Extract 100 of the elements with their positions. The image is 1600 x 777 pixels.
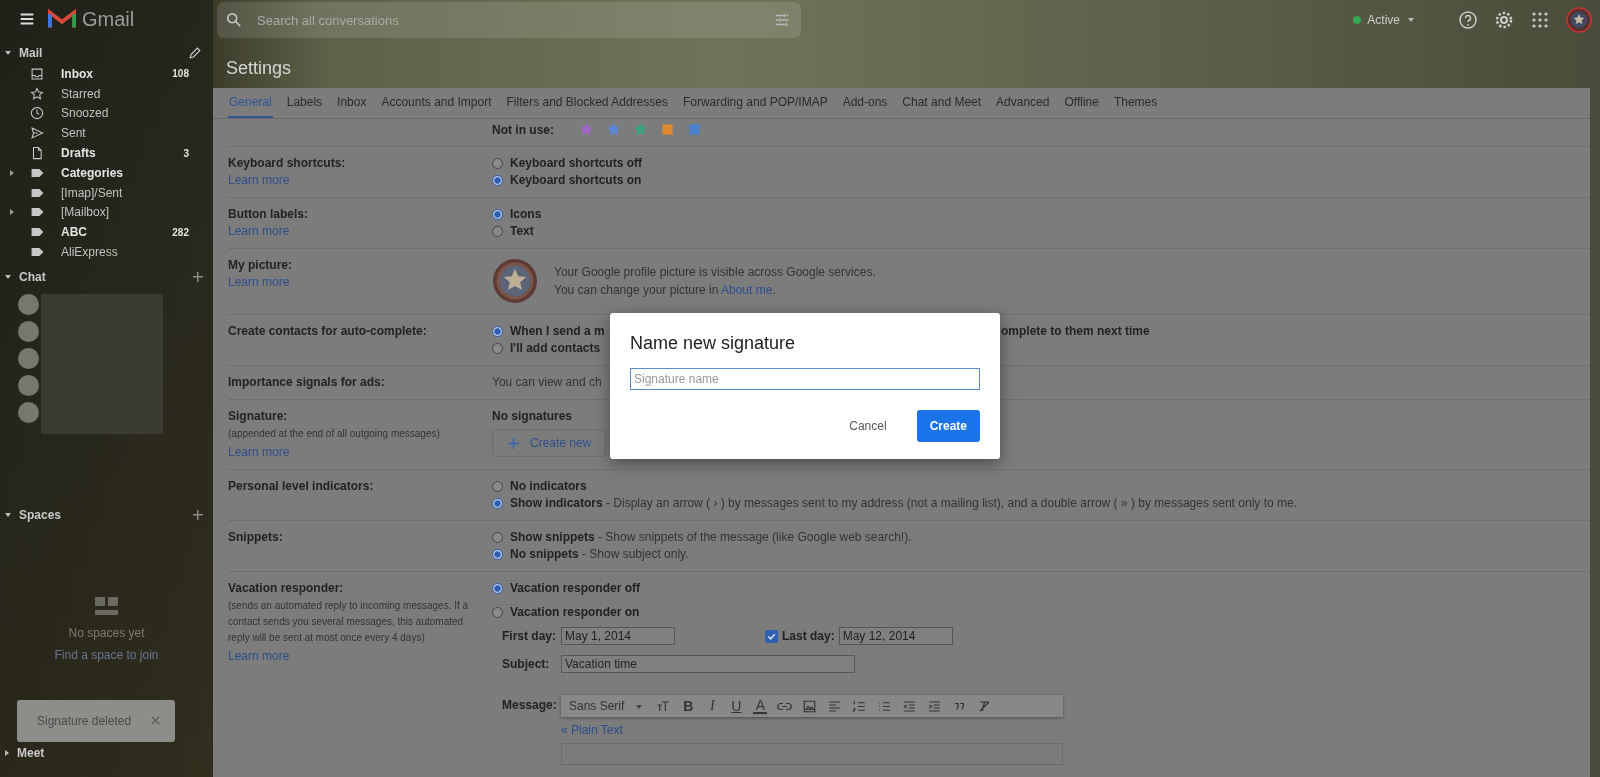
folder-item[interactable]: [Imap]/Sent xyxy=(0,182,213,203)
learn-more-link[interactable]: Learn more xyxy=(228,649,492,663)
collapse-caret-icon[interactable] xyxy=(5,51,11,55)
radio-button[interactable] xyxy=(492,548,503,560)
settings-icon[interactable] xyxy=(1494,10,1514,30)
setting-value: You can view and ch xyxy=(492,375,602,389)
section-heading[interactable]: Meet xyxy=(17,745,45,760)
settings-tab[interactable]: Chat and Meet xyxy=(901,88,983,118)
radio-button[interactable] xyxy=(492,497,503,509)
star-icon[interactable] xyxy=(632,121,649,138)
section-heading[interactable]: Spaces xyxy=(19,507,62,522)
field-label: Last day: xyxy=(782,629,835,643)
section-heading[interactable]: Mail xyxy=(19,46,43,60)
app-name: Gmail xyxy=(82,7,135,31)
avatar-circle[interactable] xyxy=(18,401,39,423)
indent-icon[interactable] xyxy=(927,698,943,714)
settings-tab[interactable]: Forwarding and POP/IMAP xyxy=(681,88,829,118)
radio-button[interactable] xyxy=(492,480,503,492)
cancel-button[interactable]: Cancel xyxy=(837,411,899,441)
find-space-link[interactable]: Find a space to join xyxy=(54,647,159,662)
avatar-circle[interactable] xyxy=(18,374,39,396)
radio-button[interactable] xyxy=(492,342,503,354)
settings-tab[interactable]: Accounts and Import xyxy=(380,88,493,118)
settings-tab[interactable]: Themes xyxy=(1112,88,1159,118)
collapse-caret-icon[interactable] xyxy=(5,512,11,517)
option-label: No snippets - Show subject only. xyxy=(510,547,689,561)
shield-avatar-icon[interactable] xyxy=(492,258,538,304)
format-button[interactable]: A xyxy=(753,698,768,714)
star-icon[interactable] xyxy=(605,121,622,138)
learn-more-link[interactable]: Learn more xyxy=(228,224,492,238)
format-button[interactable]: I xyxy=(705,698,720,714)
learn-more-link[interactable]: Learn more xyxy=(228,275,492,289)
search-field[interactable]: Search all conversations xyxy=(255,11,761,29)
help-icon[interactable] xyxy=(1458,10,1478,30)
option-label: Icons xyxy=(510,207,542,221)
radio-button[interactable] xyxy=(492,325,503,337)
folder-item[interactable]: Drafts 3 xyxy=(0,143,213,163)
learn-more-link[interactable]: Learn more xyxy=(228,445,492,459)
picture-description: Your Google profile picture is visible across Google services. xyxy=(554,265,876,279)
folder-item[interactable]: Inbox 108 xyxy=(0,64,213,84)
font-dropdown[interactable]: Sans Serif xyxy=(569,699,643,713)
expand-caret-icon[interactable] xyxy=(5,749,9,756)
avatar-circle[interactable] xyxy=(18,320,39,342)
size-icon[interactable] xyxy=(656,698,672,714)
settings-tab[interactable]: Filters and Blocked Addresses xyxy=(505,88,669,118)
radio-button[interactable] xyxy=(492,606,503,618)
learn-more-link[interactable]: Learn more xyxy=(228,173,492,187)
collapse-caret-icon[interactable] xyxy=(5,274,11,279)
expand-caret-icon[interactable] xyxy=(10,209,14,216)
create-button[interactable]: Create xyxy=(916,410,980,442)
account-avatar-icon[interactable] xyxy=(1566,7,1592,33)
search-bar[interactable]: Search all conversations xyxy=(217,2,801,38)
envelope-logo-icon[interactable] xyxy=(48,8,76,30)
pencil-icon[interactable] xyxy=(187,45,203,61)
settings-tab[interactable]: Inbox xyxy=(336,88,368,118)
format-button[interactable]: U xyxy=(729,698,744,714)
apps-grid-icon[interactable] xyxy=(1530,10,1550,30)
star-icon[interactable] xyxy=(578,121,595,138)
first-day-field[interactable]: May 1, 2014 xyxy=(561,627,675,645)
last-day-field[interactable]: May 12, 2014 xyxy=(838,627,953,645)
folder-item[interactable]: Starred xyxy=(0,83,213,104)
outdent-icon[interactable] xyxy=(902,698,918,714)
radio-button[interactable] xyxy=(492,157,503,169)
folder-item[interactable]: [Mailbox] xyxy=(0,202,213,223)
clock-icon xyxy=(30,106,44,121)
settings-tab[interactable]: Advanced xyxy=(995,88,1051,118)
status-selector[interactable]: Active xyxy=(1353,13,1414,27)
format-button[interactable]: B xyxy=(681,698,696,714)
folder-item[interactable]: AliExpress xyxy=(0,242,213,262)
settings-tab[interactable]: Add-ons xyxy=(841,88,889,118)
expand-caret-icon[interactable] xyxy=(10,169,14,176)
image-icon[interactable] xyxy=(802,698,818,714)
square-marker-icon[interactable] xyxy=(686,121,703,138)
square-marker-icon[interactable] xyxy=(659,121,676,138)
subject-field[interactable]: Vacation time xyxy=(561,655,855,673)
plain-text-link[interactable]: « Plain Text xyxy=(561,723,1590,737)
section-heading[interactable]: Chat xyxy=(19,269,46,284)
radio-button[interactable] xyxy=(492,174,503,186)
avatar-circle[interactable] xyxy=(18,293,39,315)
field-label: Subject: xyxy=(502,657,551,671)
radio-button[interactable] xyxy=(492,582,503,594)
settings-tab[interactable]: Labels xyxy=(285,88,324,118)
file-icon xyxy=(30,146,44,161)
folder-item[interactable]: Snoozed xyxy=(0,103,213,124)
radio-button[interactable] xyxy=(492,225,503,237)
signature-name-field[interactable]: Signature name xyxy=(630,368,980,390)
avatar-circle[interactable] xyxy=(18,347,39,369)
align-icon[interactable] xyxy=(827,698,843,714)
radio-button[interactable] xyxy=(492,531,503,543)
close-icon[interactable] xyxy=(150,715,161,727)
filter-sliders-icon[interactable] xyxy=(773,11,791,29)
folder-item[interactable]: ABC 282 xyxy=(0,222,213,243)
numbered-icon[interactable] xyxy=(852,698,868,714)
create-new-button[interactable]: Create new xyxy=(492,429,607,457)
radio-button[interactable] xyxy=(492,208,503,220)
checkbox[interactable] xyxy=(765,629,778,643)
folder-item[interactable]: Categories xyxy=(0,163,213,183)
dialog-title: Name new signature xyxy=(630,333,797,354)
settings-tab[interactable]: Offline xyxy=(1063,88,1100,118)
folder-item[interactable]: Sent xyxy=(0,123,213,144)
